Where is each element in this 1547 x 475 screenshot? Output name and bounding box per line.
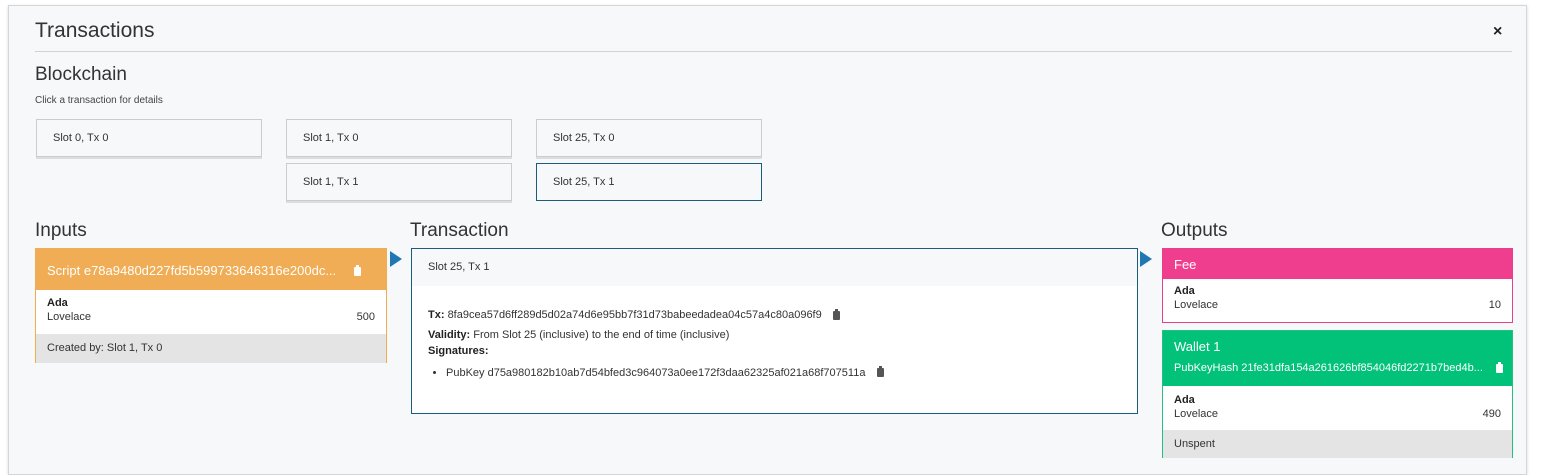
blockchain-title: Blockchain [35,64,127,85]
divider [35,51,1512,52]
wallet-currency: Ada [1174,394,1195,406]
clipboard-icon[interactable] [1495,361,1503,373]
slot-0-tx-0[interactable]: Slot 0, Tx 0 [36,119,262,157]
fee-card: Fee Ada Lovelace 10 [1162,248,1513,323]
input-amount-row: Lovelace 500 [47,311,375,323]
input-created-by[interactable]: Created by: Slot 1, Tx 0 [36,334,386,363]
wallet-token: Lovelace [1174,408,1219,420]
tx-id-row: Tx: 8fa9cea57d6ff289d5d02a74d6e95bb7f31d… [428,308,884,324]
tx-id: 8fa9cea57d6ff289d5d02a74d6e95bb7f31d73ba… [447,309,822,321]
clipboard-icon[interactable] [876,366,884,378]
validity-value: From Slot 25 (inclusive) to the end of t… [473,328,730,341]
input-card[interactable]: Script e78a9480d227fd5b599733646316e200d… [35,248,387,363]
transaction-details: Tx: 8fa9cea57d6ff289d5d02a74d6e95bb7f31d… [428,308,884,382]
fee-currency: Ada [1174,285,1195,297]
wallet-hash-row: PubKeyHash 21fe31dfa154a261626bf854046fd… [1174,361,1512,374]
input-card-header: Script e78a9480d227fd5b599733646316e200d… [36,249,386,290]
slot-25-tx-0[interactable]: Slot 25, Tx 0 [536,119,762,157]
outputs-title: Outputs [1161,220,1228,241]
clipboard-icon[interactable] [353,265,361,277]
triangle-right-icon [390,251,402,267]
blockchain-hint: Click a transaction for details [35,95,163,106]
slot-1-tx-0[interactable]: Slot 1, Tx 0 [286,119,512,157]
inputs-title: Inputs [35,220,87,241]
fee-amount: 10 [1488,299,1501,311]
wallet-pubkeyhash: PubKeyHash 21fe31dfa154a261626bf854046fd… [1174,362,1483,374]
validity-label: Validity: [428,328,471,341]
signatures-row: Signatures: [428,344,884,360]
transaction-title: Transaction [410,220,509,241]
input-amount: 500 [356,311,375,323]
transactions-panel: Transactions × Blockchain Click a transa… [8,5,1527,475]
signature-pubkey: PubKey d75a980182b10ab7d54bfed3c964073a0… [446,366,866,379]
signatures-list: PubKey d75a980182b10ab7d54bfed3c964073a0… [446,366,884,382]
tx-label: Tx: [428,309,445,321]
signature-item: PubKey d75a980182b10ab7d54bfed3c964073a0… [446,366,884,382]
input-currency: Ada [47,297,68,309]
clipboard-icon[interactable] [832,308,840,320]
wallet-status: Unspent [1163,430,1512,458]
fee-amount-row: Lovelace 10 [1174,299,1501,311]
validity-row: Validity: From Slot 25 (inclusive) to th… [428,328,884,344]
wallet-name: Wallet 1 [1174,339,1221,354]
triangle-right-icon [1140,251,1152,267]
close-button[interactable]: × [1493,23,1502,41]
fee-token: Lovelace [1174,299,1219,311]
transaction-header: Slot 25, Tx 1 [412,249,1137,286]
fee-header: Fee [1163,249,1512,279]
input-token: Lovelace [47,311,92,323]
signatures-label: Signatures: [428,344,489,357]
wallet-amount: 490 [1482,408,1501,420]
wallet-amount-row: Lovelace 490 [1174,408,1501,420]
input-script-hash: Script e78a9480d227fd5b599733646316e200d… [47,263,337,278]
page-title: Transactions [35,19,155,42]
wallet-header: Wallet 1 PubKeyHash 21fe31dfa154a261626b… [1163,331,1512,386]
slot-25-tx-1[interactable]: Slot 25, Tx 1 [536,163,762,201]
wallet-card: Wallet 1 PubKeyHash 21fe31dfa154a261626b… [1162,330,1513,458]
transaction-card: Slot 25, Tx 1 Tx: 8fa9cea57d6ff289d5d02a… [411,248,1138,414]
slot-1-tx-1[interactable]: Slot 1, Tx 1 [286,163,512,201]
